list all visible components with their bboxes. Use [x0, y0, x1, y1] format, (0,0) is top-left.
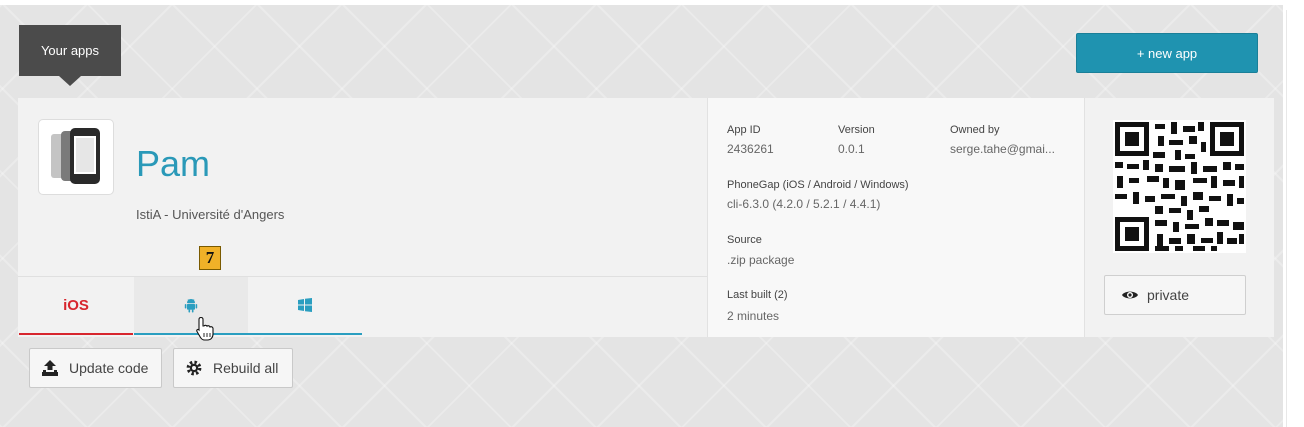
tab-android[interactable] — [134, 277, 248, 335]
tab-windows[interactable] — [248, 277, 362, 335]
app-info-panel — [707, 98, 1085, 337]
owned-by-value: serge.tahe@gmai... — [950, 142, 1055, 156]
new-app-label: + new app — [1136, 45, 1198, 61]
hand-pointer-icon — [196, 316, 214, 341]
source-value: .zip package — [727, 253, 795, 267]
rebuild-all-button[interactable]: Rebuild all — [173, 348, 293, 388]
update-code-button[interactable]: Update code — [29, 348, 162, 388]
private-label: private — [1147, 287, 1190, 303]
update-code-label: Update code — [69, 360, 149, 376]
upload-icon — [42, 360, 58, 376]
rebuild-all-label: Rebuild all — [213, 360, 279, 376]
version-label: Version — [838, 124, 875, 136]
owned-by-label: Owned by — [950, 124, 1000, 136]
last-built-value: 2 minutes — [727, 309, 780, 323]
new-app-button[interactable]: + new app — [1076, 33, 1258, 73]
app-icon — [38, 119, 114, 195]
rebuild-gear-icon — [186, 360, 202, 376]
phonegap-value: cli-6.3.0 (4.2.0 / 5.2.1 / 4.4.1) — [727, 197, 881, 211]
tab-ios[interactable]: iOS — [19, 277, 133, 335]
eye-icon — [1122, 291, 1138, 299]
annotation-badge: 7 — [199, 246, 221, 270]
app-organization: IstiA - Université d'Angers — [136, 207, 285, 222]
phonegap-label: PhoneGap (iOS / Android / Windows) — [727, 179, 909, 191]
your-apps-label: Your apps — [40, 43, 100, 58]
version-value: 0.0.1 — [838, 142, 865, 156]
app-name[interactable]: Pam — [136, 143, 210, 185]
phonegap-devices-icon — [51, 128, 100, 184]
scrollbar-track — [1286, 10, 1287, 427]
your-apps-heading: Your apps — [19, 25, 121, 86]
last-built-label: Last built (2) — [727, 289, 788, 301]
android-icon — [184, 299, 198, 313]
source-label: Source — [727, 234, 762, 246]
tab-ios-label: iOS — [63, 296, 89, 314]
app-id-value: 2436261 — [727, 142, 774, 156]
private-toggle-button[interactable]: private — [1104, 275, 1246, 315]
qr-code[interactable] — [1113, 120, 1246, 253]
app-id-label: App ID — [727, 124, 761, 136]
windows-icon — [298, 298, 312, 312]
